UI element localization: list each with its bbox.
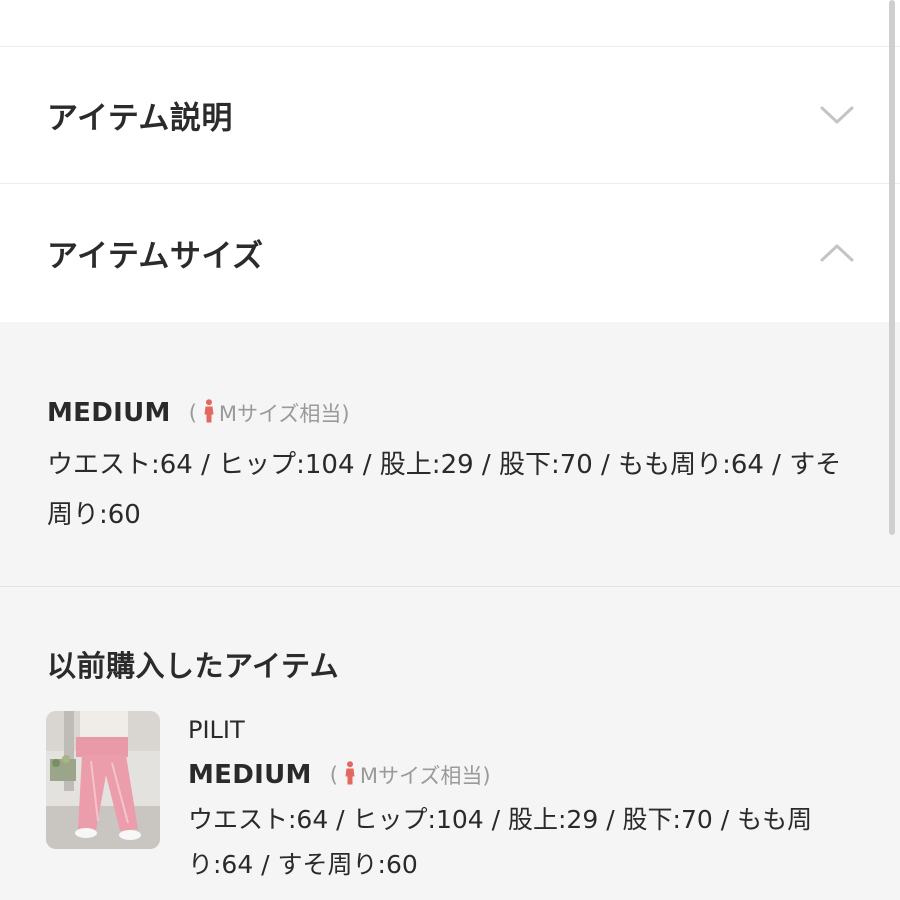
size-equivalent: ( Mサイズ相当) xyxy=(189,398,350,428)
item-size-name: MEDIUM xyxy=(188,760,312,790)
accordion-title-size: アイテムサイズ xyxy=(47,238,264,275)
purchase-history-section: 以前購入したアイテム PILIT MEDIUM (Mサイズ相当) ウエスト:6… xyxy=(0,587,900,900)
chevron-up-icon[interactable] xyxy=(820,243,854,263)
size-name: MEDIUM xyxy=(47,398,171,428)
item-equiv-text: Mサイズ相当) xyxy=(359,764,491,788)
item-size-equivalent: ( Mサイズ相当) xyxy=(330,760,491,790)
item-measurements: ウエスト:64 / ヒップ:104 / 股上:29 / 股下:70 / もも周り… xyxy=(188,805,813,879)
person-icon xyxy=(203,398,215,428)
purchased-item-info: PILIT MEDIUM ( Mサイズ相当) ウエスト:64 / ヒップ:104… xyxy=(188,713,868,887)
item-brand: PILIT xyxy=(188,716,245,744)
scrollbar[interactable] xyxy=(889,0,895,535)
item-size-header: MEDIUM ( Mサイズ相当) xyxy=(188,757,868,793)
item-equiv-open-paren: ( xyxy=(329,763,338,787)
size-header: MEDIUM ( Mサイズ相当) xyxy=(47,396,350,430)
equiv-text: Mサイズ相当) xyxy=(218,402,350,426)
size-measurements: ウエスト:64 / ヒップ:104 / 股上:29 / 股下:70 / もも周り… xyxy=(47,450,842,530)
chevron-down-icon[interactable] xyxy=(820,105,854,125)
item-size-panel: MEDIUM ( Mサイズ相当) ウエスト:64 / ヒップ:104 / 股上:… xyxy=(0,322,900,587)
history-title: 以前購入したアイテム xyxy=(47,649,340,683)
top-section xyxy=(0,0,900,47)
item-thumbnail[interactable] xyxy=(46,711,160,849)
accordion-title-description: アイテム説明 xyxy=(47,100,233,137)
item-size-accordion[interactable]: アイテムサイズ xyxy=(0,184,900,322)
person-icon xyxy=(344,760,356,790)
item-description-accordion[interactable]: アイテム説明 xyxy=(0,47,900,184)
equiv-open-paren: ( xyxy=(188,401,197,425)
